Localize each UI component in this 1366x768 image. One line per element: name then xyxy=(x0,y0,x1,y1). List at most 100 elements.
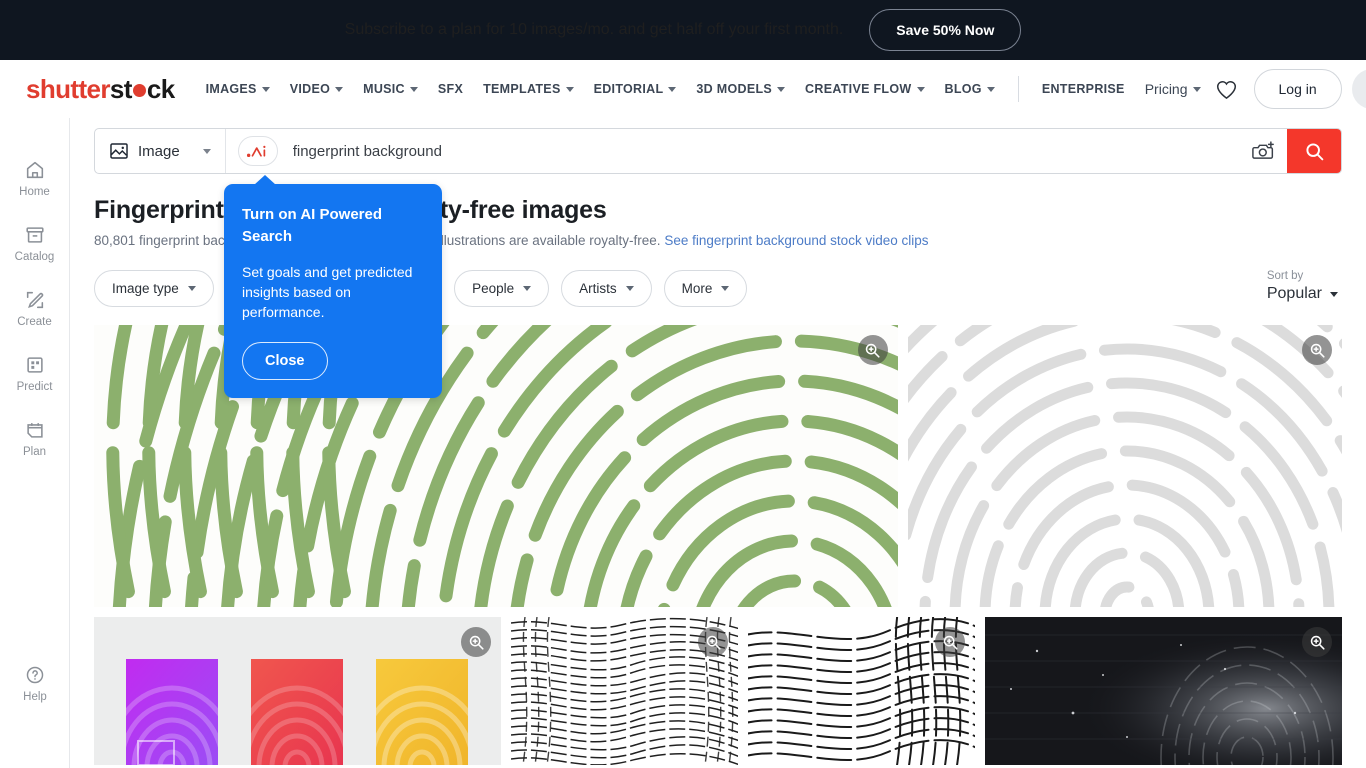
chevron-down-icon xyxy=(565,86,574,92)
nav-label: TEMPLATES xyxy=(483,82,561,96)
promo-banner: Subscribe to a plan for 10 images/mo. an… xyxy=(0,0,1366,60)
nav-label: BLOG xyxy=(944,82,982,96)
create-pencil-icon xyxy=(26,291,43,309)
result-tile-gray-fingerprint[interactable] xyxy=(907,325,1342,607)
search-type-label: Image xyxy=(138,142,180,160)
chevron-down-icon xyxy=(202,148,211,154)
zoom-in-icon[interactable] xyxy=(1302,335,1332,365)
logo-dot-icon xyxy=(132,83,146,97)
chevron-down-icon xyxy=(668,86,677,92)
filter-artists[interactable]: Artists xyxy=(561,270,652,307)
gradient-fingerprint-cards xyxy=(94,617,502,765)
rail-label: Help xyxy=(23,691,47,703)
rail-label: Predict xyxy=(16,381,53,393)
result-tile-green-fingerprint[interactable] xyxy=(94,325,898,607)
chevron-down-icon xyxy=(625,286,634,291)
nav-label: CREATIVE FLOW xyxy=(805,82,912,96)
ai-search-icon[interactable] xyxy=(237,136,278,166)
rail-item-plan[interactable]: Plan xyxy=(0,406,70,471)
nav-label: IMAGES xyxy=(205,82,257,96)
nav-item-blog[interactable]: BLOG xyxy=(936,74,1004,104)
nav-item-music[interactable]: MUSIC xyxy=(354,74,427,104)
search-bar: Image xyxy=(94,128,1342,174)
results-row-2 xyxy=(94,617,1343,765)
sort-value-label: Popular xyxy=(1266,285,1322,302)
logo-part-2: st xyxy=(109,73,133,104)
nav-item-enterprise[interactable]: ENTERPRISE xyxy=(1033,74,1134,104)
promo-text: Subscribe to a plan for 10 images/mo. an… xyxy=(344,21,844,38)
search-type-dropdown[interactable]: Image xyxy=(95,129,226,173)
tooltip-close-button[interactable]: Close xyxy=(242,342,328,381)
catalog-icon xyxy=(25,227,44,243)
nav-item-images[interactable]: IMAGES xyxy=(197,74,279,104)
nav-label: EDITORIAL xyxy=(593,82,664,96)
filter-people[interactable]: People xyxy=(454,270,550,307)
result-tile-fine-line-fingerprint[interactable] xyxy=(748,617,976,765)
nav-item-sfx[interactable]: SFX xyxy=(429,74,472,104)
chevron-down-icon xyxy=(916,86,925,92)
filter-image-type[interactable]: Image type xyxy=(94,270,214,307)
chip-label: Image type xyxy=(112,281,179,296)
tooltip-title: Turn on AI Powered Search xyxy=(242,206,383,245)
result-tile-gradient-cards[interactable] xyxy=(94,617,502,765)
rail-label: Plan xyxy=(22,446,47,458)
predict-grid-icon xyxy=(26,357,43,373)
nav-item-templates[interactable]: TEMPLATES xyxy=(474,74,582,104)
left-rail: Home Catalog Create Predict Plan Help xyxy=(0,118,70,768)
chip-label: People xyxy=(472,281,515,296)
save-now-button[interactable]: Save 50% Now xyxy=(869,9,1022,51)
sort-control: Sort by Popular xyxy=(1267,270,1342,303)
chevron-down-icon xyxy=(335,86,344,92)
heart-icon[interactable] xyxy=(1210,72,1244,106)
plan-calendar-icon xyxy=(26,423,43,438)
video-clips-link[interactable]: See fingerprint background stock video c… xyxy=(664,233,928,248)
chevron-down-icon xyxy=(721,286,730,291)
chevron-down-icon xyxy=(409,86,418,92)
nav-right: Log in Sign up xyxy=(1210,69,1366,109)
rail-item-predict[interactable]: Predict xyxy=(0,341,70,406)
zoom-in-icon[interactable] xyxy=(857,335,888,365)
rail-item-home[interactable]: Home xyxy=(0,146,70,211)
filter-more[interactable]: More xyxy=(663,270,748,307)
top-navigation: shutter st ck IMAGES VIDEO MUSIC SFX TEMPL… xyxy=(0,60,1366,118)
chip-label: Artists xyxy=(579,281,617,296)
nav-label: ENTERPRISE xyxy=(1041,82,1125,96)
camera-upload-icon[interactable] xyxy=(1241,129,1287,173)
chevron-down-icon xyxy=(187,286,196,291)
chevron-down-icon xyxy=(261,86,270,92)
search-input[interactable] xyxy=(286,142,1241,160)
nav-item-pricing[interactable]: Pricing xyxy=(1136,73,1210,105)
dark-surface-fingerprint-smudge xyxy=(985,617,1343,765)
nav-items: IMAGES VIDEO MUSIC SFX TEMPLATES EDITORI… xyxy=(197,73,1210,105)
search-submit-button[interactable] xyxy=(1287,129,1341,173)
sort-dropdown[interactable]: Popular xyxy=(1267,285,1338,303)
rail-label: Catalog xyxy=(14,251,55,263)
gray-fingerprint-pattern xyxy=(907,325,1342,607)
help-circle-icon xyxy=(26,666,44,684)
zoom-in-icon[interactable] xyxy=(1302,627,1333,657)
chevron-down-icon xyxy=(777,86,786,92)
signup-button[interactable]: Sign up xyxy=(1351,69,1366,109)
login-button[interactable]: Log in xyxy=(1253,69,1342,109)
nav-item-video[interactable]: VIDEO xyxy=(281,74,352,104)
sort-by-label: Sort by xyxy=(1266,270,1304,282)
rail-item-catalog[interactable]: Catalog xyxy=(0,211,70,276)
rail-item-help[interactable]: Help xyxy=(0,651,70,716)
result-tile-dark-surface-smudge[interactable] xyxy=(985,617,1343,765)
rail-item-create[interactable]: Create xyxy=(0,276,70,341)
chevron-down-icon xyxy=(986,86,995,92)
nav-item-creative-flow[interactable]: CREATIVE FLOW xyxy=(796,74,933,104)
nav-item-3d-models[interactable]: 3D MODELS xyxy=(687,74,794,104)
logo-part-1: shutter xyxy=(26,73,111,104)
nav-label: 3D MODELS xyxy=(696,82,773,96)
nav-label: VIDEO xyxy=(289,82,331,96)
rail-label: Create xyxy=(17,316,52,328)
nav-label: MUSIC xyxy=(363,82,405,96)
result-tile-dense-texture[interactable] xyxy=(511,617,739,765)
shutterstock-logo[interactable]: shutter st ck xyxy=(26,74,175,105)
nav-divider xyxy=(1017,76,1019,102)
ai-search-tooltip: Turn on AI Powered Search Set goals and … xyxy=(224,174,442,399)
logo-part-3: ck xyxy=(146,73,175,104)
nav-item-editorial[interactable]: EDITORIAL xyxy=(585,74,686,104)
nav-label: SFX xyxy=(437,82,464,96)
